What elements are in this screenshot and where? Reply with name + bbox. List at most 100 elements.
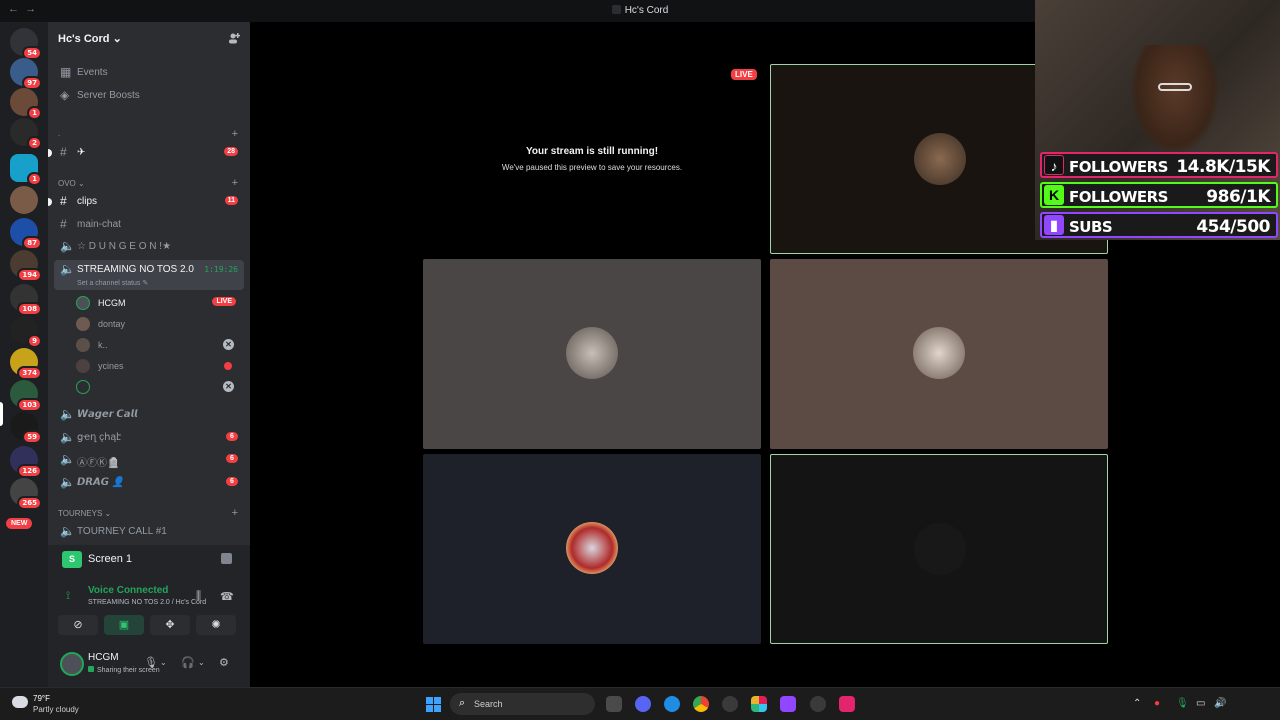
channel-drag[interactable]: 🔈 𝘿𝙍𝘼𝙂 👤 6 <box>54 473 244 493</box>
chevron-down-icon: ⌄ <box>78 179 85 188</box>
channel-plane[interactable]: # ✈ 28 <box>48 143 244 163</box>
avatar <box>76 380 90 394</box>
file-explorer-icon[interactable] <box>606 696 622 712</box>
tray-app-icon[interactable]: ● <box>1154 698 1160 709</box>
server-icon[interactable]: 103 <box>10 380 42 412</box>
media-player-icon[interactable] <box>722 696 738 712</box>
server-icon[interactable]: 9 <box>10 316 42 348</box>
add-channel-icon[interactable]: + <box>232 177 238 189</box>
soundboard-button[interactable]: ✺ <box>196 615 236 635</box>
channel-tourney-call[interactable]: 🔈 TOURNEY CALL #1 <box>54 522 244 542</box>
discord-home-icon[interactable]: 54 <box>10 28 42 60</box>
voice-connected-label[interactable]: Voice Connected <box>88 585 168 596</box>
discord-icon[interactable] <box>635 696 651 712</box>
server-icon[interactable] <box>10 186 38 214</box>
gear-icon[interactable]: ⚙ <box>219 656 229 669</box>
network-icon[interactable]: ▭ <box>1196 698 1205 709</box>
disconnect-icon[interactable]: ☎ <box>220 590 234 603</box>
channel-main-chat[interactable]: # main-chat <box>54 215 244 235</box>
participant-tile[interactable] <box>423 454 761 644</box>
user-avatar[interactable] <box>60 652 84 676</box>
server-icon[interactable]: 126 <box>10 446 42 478</box>
participant-tile[interactable] <box>770 454 1108 644</box>
mention-badge: 59 <box>22 430 42 444</box>
webcam-feed <box>1130 45 1220 155</box>
events-item[interactable]: ▦ Events <box>54 63 244 83</box>
voice-user-unnamed[interactable]: ✕ <box>76 377 244 397</box>
channel-gen-chat[interactable]: 🔈 ցҽղ çհąէ 6 <box>54 428 244 448</box>
chevron-down-icon: ⌄ <box>112 33 122 45</box>
channel-afk[interactable]: 🔈 ⒶⒻⓀ🪦 6 <box>54 450 244 470</box>
voice-user-hcgm[interactable]: HCGM LIVE <box>76 293 244 313</box>
tiktok-icon: ♪ <box>1044 155 1064 175</box>
server-header[interactable]: Hc's Cord ⌄ <box>48 22 250 54</box>
chevron-down-icon[interactable]: ⌄ <box>160 658 167 667</box>
server-icon[interactable]: 194 <box>10 250 42 282</box>
weather-desc[interactable]: Partly cloudy <box>33 705 79 714</box>
voice-user-k[interactable]: k.. ✕ <box>76 335 244 355</box>
mention-badge: 103 <box>17 398 42 412</box>
channel-dungeon[interactable]: 🔈 ☆ D U N G E O N !★ <box>54 237 244 257</box>
weather-cloud-icon[interactable] <box>12 696 28 708</box>
slack-icon[interactable] <box>751 696 767 712</box>
invite-people-icon[interactable] <box>228 32 240 44</box>
chrome-icon[interactable] <box>693 696 709 712</box>
selected-pill <box>0 402 3 426</box>
obs-icon[interactable] <box>810 696 826 712</box>
headphones-icon[interactable]: 🎧 <box>181 656 195 669</box>
weather-temp[interactable]: 79°F <box>33 694 50 703</box>
chevron-down-icon[interactable]: ⌄ <box>198 658 205 667</box>
tiktok-app-icon[interactable] <box>839 696 855 712</box>
server-icon[interactable]: 59 <box>10 412 42 444</box>
edge-icon[interactable] <box>664 696 680 712</box>
server-icon[interactable]: 108 <box>10 284 42 316</box>
microphone-icon[interactable]: 🎙 <box>144 656 158 669</box>
channel-wager-call[interactable]: 🔈 𝙒𝙖𝙜𝙚𝙧 𝘾𝙖𝙡𝙡 <box>54 405 244 425</box>
hashtag-icon: # <box>60 145 67 159</box>
mention-badge: 374 <box>17 366 42 380</box>
twitch-app-icon[interactable] <box>780 696 796 712</box>
participant-tile[interactable] <box>770 259 1108 449</box>
share-screen-button[interactable]: ▣ <box>104 615 144 635</box>
category-tourneys[interactable]: TOURNEYS ⌄ <box>58 509 111 518</box>
channel-status[interactable]: Set a channel status ✎ <box>77 279 148 287</box>
server-icon[interactable]: 374 <box>10 348 42 380</box>
channel-clips[interactable]: # clips 11 <box>48 192 244 212</box>
voice-user-ycines[interactable]: ycines <box>76 356 244 376</box>
tiktok-followers-stat: ♪ FOLLOWERS 14.8K/15K <box>1040 152 1278 178</box>
webcam-overlay: ♪ FOLLOWERS 14.8K/15K K FOLLOWERS 986/1K… <box>1035 0 1280 240</box>
participant-tile[interactable] <box>423 259 761 449</box>
taskbar-search[interactable]: ⌕ Search <box>450 693 595 715</box>
mention-badge: 108 <box>17 302 42 316</box>
voice-channel-path[interactable]: STREAMING NO TOS 2.0 / Hc's Cord <box>88 599 206 606</box>
microphone-tray-icon[interactable]: 🎙 <box>1176 698 1189 709</box>
windows-start-icon[interactable] <box>426 697 441 712</box>
server-icon[interactable]: 1 <box>10 154 42 186</box>
camera-off-button[interactable]: ⊘ <box>58 615 98 635</box>
sharing-icon <box>88 666 94 672</box>
add-channel-icon[interactable]: + <box>232 507 238 519</box>
stop-share-icon[interactable] <box>221 553 232 564</box>
server-icon[interactable]: 1 <box>10 88 42 120</box>
server-icon[interactable]: 2 <box>10 118 42 150</box>
volume-icon[interactable]: 🔊 <box>1214 698 1226 709</box>
chevron-up-icon[interactable]: ⌃ <box>1133 698 1141 709</box>
channel-streaming-no-tos[interactable]: 🔈 STREAMING NO TOS 2.0 1:19:26 Set a cha… <box>54 260 244 290</box>
server-icon[interactable]: 265 <box>10 478 42 510</box>
category-ovo[interactable]: OVO ⌄ <box>58 179 85 188</box>
noise-suppression-icon[interactable]: ⫼ <box>196 590 201 603</box>
signal-icon[interactable]: ⟟ <box>66 590 70 603</box>
screen-share-row[interactable]: S Screen 1 <box>48 545 250 573</box>
server-icon[interactable]: 87 <box>10 218 42 250</box>
voice-user-dontay[interactable]: dontay <box>76 314 244 334</box>
category-blank[interactable]: . <box>58 129 60 138</box>
screen-label: Screen 1 <box>88 553 133 565</box>
activities-button[interactable]: ✥ <box>150 615 190 635</box>
new-badge[interactable]: NEW <box>6 518 33 529</box>
server-boosts-item[interactable]: ◈ Server Boosts <box>54 86 244 106</box>
server-icon[interactable]: 97 <box>10 58 42 90</box>
participant-avatar <box>913 327 965 379</box>
add-channel-icon[interactable]: + <box>232 128 238 140</box>
user-name[interactable]: HCGM <box>88 652 119 663</box>
server-name[interactable]: Hc's Cord ⌄ <box>58 32 122 45</box>
